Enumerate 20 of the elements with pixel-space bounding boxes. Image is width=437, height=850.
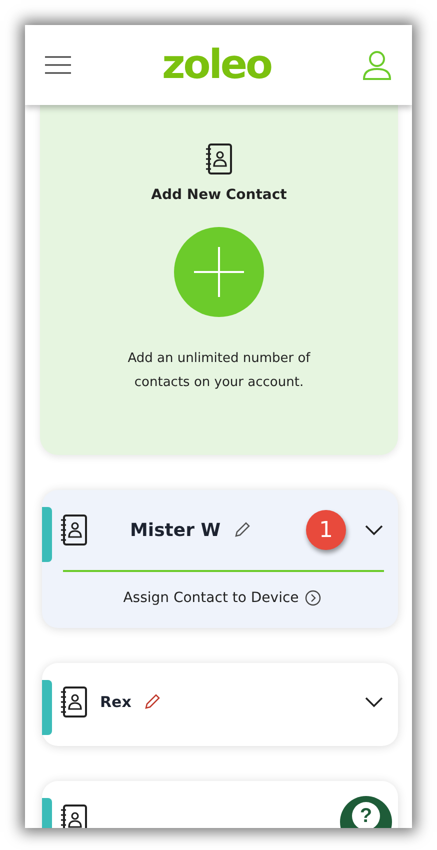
chevron-down-icon[interactable] xyxy=(364,524,384,536)
pencil-icon[interactable] xyxy=(143,693,162,711)
address-book-icon xyxy=(60,686,88,718)
address-book-icon xyxy=(205,143,233,175)
chevron-circle-icon xyxy=(304,590,321,606)
notification-badge: 1 xyxy=(306,510,346,550)
accent-stripe xyxy=(42,507,52,562)
chevron-down-icon[interactable] xyxy=(364,696,384,708)
address-book-icon xyxy=(60,514,88,546)
contact-name: Mister W xyxy=(130,520,221,540)
add-contact-description: Add an unlimited number of contacts on your account. xyxy=(126,350,312,392)
menu-icon[interactable] xyxy=(45,56,71,74)
plus-icon xyxy=(194,247,244,297)
contact-name: Rex xyxy=(100,693,132,711)
accent-stripe xyxy=(42,680,52,735)
pencil-icon[interactable] xyxy=(232,521,251,539)
logo: zoleo xyxy=(162,45,272,85)
add-contact-title: Add New Contact xyxy=(151,187,287,203)
assign-contact-link[interactable]: Assign Contact to Device xyxy=(60,572,384,624)
address-book-icon xyxy=(60,804,88,828)
